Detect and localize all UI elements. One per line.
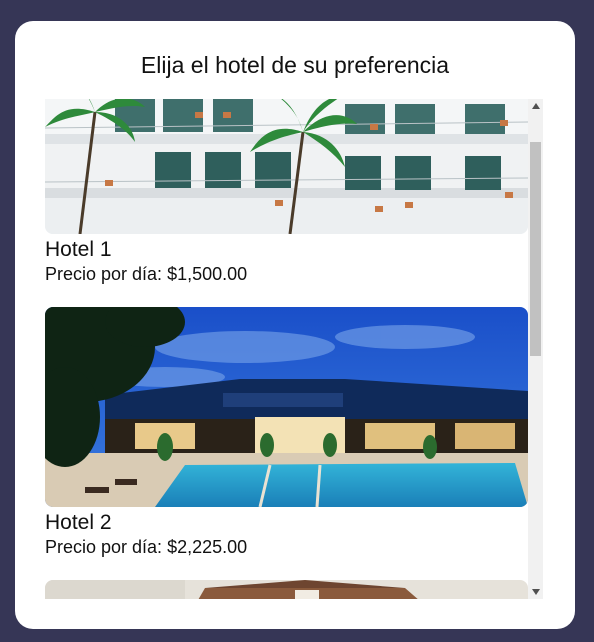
hotel-card-3[interactable] xyxy=(45,580,528,599)
hotel-list[interactable]: Hotel 1 Precio por día: $1,500.00 Hotel … xyxy=(45,99,543,599)
triangle-down-icon xyxy=(531,589,540,595)
triangle-up-icon xyxy=(531,103,540,109)
scroll-up-button[interactable] xyxy=(528,99,543,113)
vertical-scrollbar[interactable] xyxy=(528,99,543,599)
hotel-card-2[interactable]: Hotel 2 Precio por día: $2,225.00 xyxy=(45,307,528,558)
hotel-name: Hotel 1 xyxy=(45,238,112,261)
hotel-price: Precio por día: $2,225.00 xyxy=(45,537,248,557)
hotel-3-photo[interactable] xyxy=(45,580,528,599)
hotel-selection-card: Elija el hotel de su preferencia Hotel 1… xyxy=(15,21,575,629)
scroll-down-button[interactable] xyxy=(528,585,543,599)
hotel-card-1[interactable]: Hotel 1 Precio por día: $1,500.00 xyxy=(45,99,528,285)
hotel-list-items: Hotel 1 Precio por día: $1,500.00 Hotel … xyxy=(45,99,528,599)
hotel-price: Precio por día: $1,500.00 xyxy=(45,264,248,284)
scrollbar-thumb[interactable] xyxy=(530,142,541,356)
hotel-name: Hotel 2 xyxy=(45,511,112,534)
hotel-2-photo[interactable] xyxy=(45,307,528,507)
hotel-1-photo[interactable] xyxy=(45,99,528,234)
page-title: Elija el hotel de su preferencia xyxy=(140,52,450,78)
